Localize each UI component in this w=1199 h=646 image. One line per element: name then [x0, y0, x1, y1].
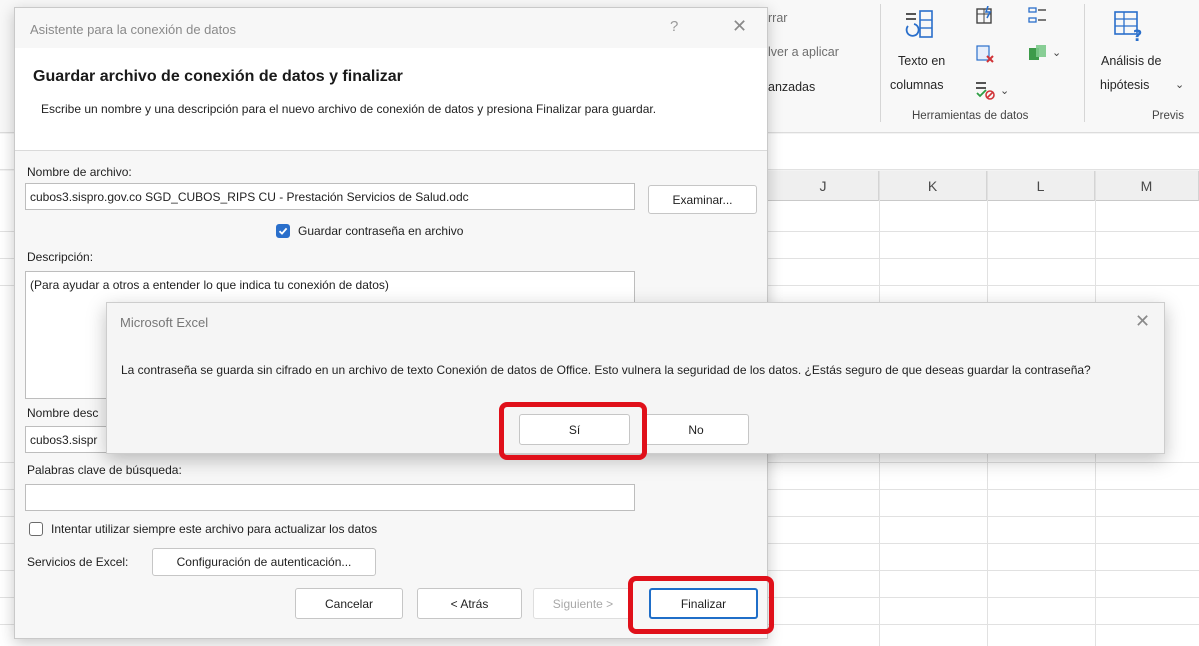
ribbon-partial-label-avanzadas[interactable]: anzadas — [768, 80, 815, 94]
relationships-chevron-icon[interactable]: ⌄ — [1052, 46, 1061, 59]
save-password-label[interactable]: Guardar contraseña en archivo — [298, 224, 463, 238]
finish-button[interactable]: Finalizar — [649, 588, 758, 619]
what-if-analysis-icon[interactable]: ? — [1112, 8, 1146, 42]
checkmark-icon — [278, 227, 288, 235]
search-keywords-label: Palabras clave de búsqueda: — [27, 463, 182, 477]
excel-services-label: Servicios de Excel: — [27, 555, 129, 569]
flash-fill-icon[interactable] — [975, 6, 995, 26]
column-header-m[interactable]: M — [1095, 171, 1199, 201]
no-button[interactable]: No — [643, 414, 749, 445]
file-name-label: Nombre de archivo: — [27, 165, 132, 179]
friendly-name-label: Nombre desc — [27, 406, 99, 420]
cancel-button[interactable]: Cancelar — [295, 588, 403, 619]
what-if-label-line1[interactable]: Análisis de — [1101, 54, 1161, 68]
authentication-settings-button[interactable]: Configuración de autenticación... — [152, 548, 376, 576]
ribbon-separator — [880, 4, 881, 122]
data-validation-icon[interactable] — [975, 80, 995, 100]
help-icon[interactable]: ? — [670, 18, 678, 35]
svg-text:?: ? — [1133, 26, 1142, 42]
text-to-columns-label-line2[interactable]: columnas — [890, 78, 944, 92]
text-to-columns-icon[interactable] — [902, 8, 936, 42]
text-to-columns-label-line1[interactable]: Texto en — [898, 54, 945, 68]
ribbon-partial-label-volver-a-aplicar[interactable]: lver a aplicar — [768, 45, 839, 59]
column-header-k[interactable]: K — [879, 171, 987, 201]
save-password-checkbox[interactable] — [276, 224, 290, 238]
consolidate-icon[interactable] — [1028, 6, 1048, 26]
ribbon-separator — [1084, 4, 1085, 122]
description-label: Descripción: — [27, 250, 94, 264]
what-if-chevron-icon[interactable]: ⌄ — [1175, 78, 1184, 91]
close-icon[interactable]: ✕ — [732, 16, 747, 37]
message-box-text: La contraseña se guarda sin cifrado en u… — [121, 363, 1091, 377]
close-icon[interactable]: ✕ — [1135, 311, 1150, 332]
group-label-data-tools: Herramientas de datos — [912, 110, 1029, 122]
wizard-title: Asistente para la conexión de datos — [30, 22, 236, 37]
message-box-title: Microsoft Excel — [120, 315, 209, 330]
wizard-title-bar[interactable]: Asistente para la conexión de datos ? ✕ — [15, 8, 767, 48]
remove-duplicates-icon[interactable] — [975, 44, 995, 64]
back-button[interactable]: < Atrás — [417, 588, 522, 619]
group-label-previs: Previs — [1152, 110, 1184, 122]
wizard-header: Guardar archivo de conexión de datos y f… — [15, 48, 767, 151]
always-use-file-checkbox[interactable] — [29, 522, 43, 536]
wizard-subtitle: Escribe un nombre y una descripción para… — [41, 102, 657, 116]
browse-button[interactable]: Examinar... — [648, 185, 757, 214]
search-keywords-input[interactable] — [25, 484, 635, 511]
column-header-j[interactable]: J — [768, 171, 879, 201]
what-if-label-line2[interactable]: hipótesis — [1100, 78, 1149, 92]
password-warning-message-box: Microsoft Excel ✕ La contraseña se guard… — [106, 302, 1165, 454]
data-validation-chevron-icon[interactable]: ⌄ — [1000, 84, 1009, 97]
ribbon-partial-label-borrar[interactable]: rrar — [768, 11, 787, 25]
next-button: Siguiente > — [533, 588, 633, 619]
relationships-icon[interactable] — [1028, 44, 1048, 64]
file-name-input[interactable]: cubos3.sispro.gov.co SGD_CUBOS_RIPS CU -… — [25, 183, 635, 210]
yes-button[interactable]: Sí — [519, 414, 630, 445]
wizard-heading: Guardar archivo de conexión de datos y f… — [33, 68, 403, 85]
column-header-l[interactable]: L — [987, 171, 1095, 201]
always-use-file-label[interactable]: Intentar utilizar siempre este archivo p… — [51, 522, 377, 536]
